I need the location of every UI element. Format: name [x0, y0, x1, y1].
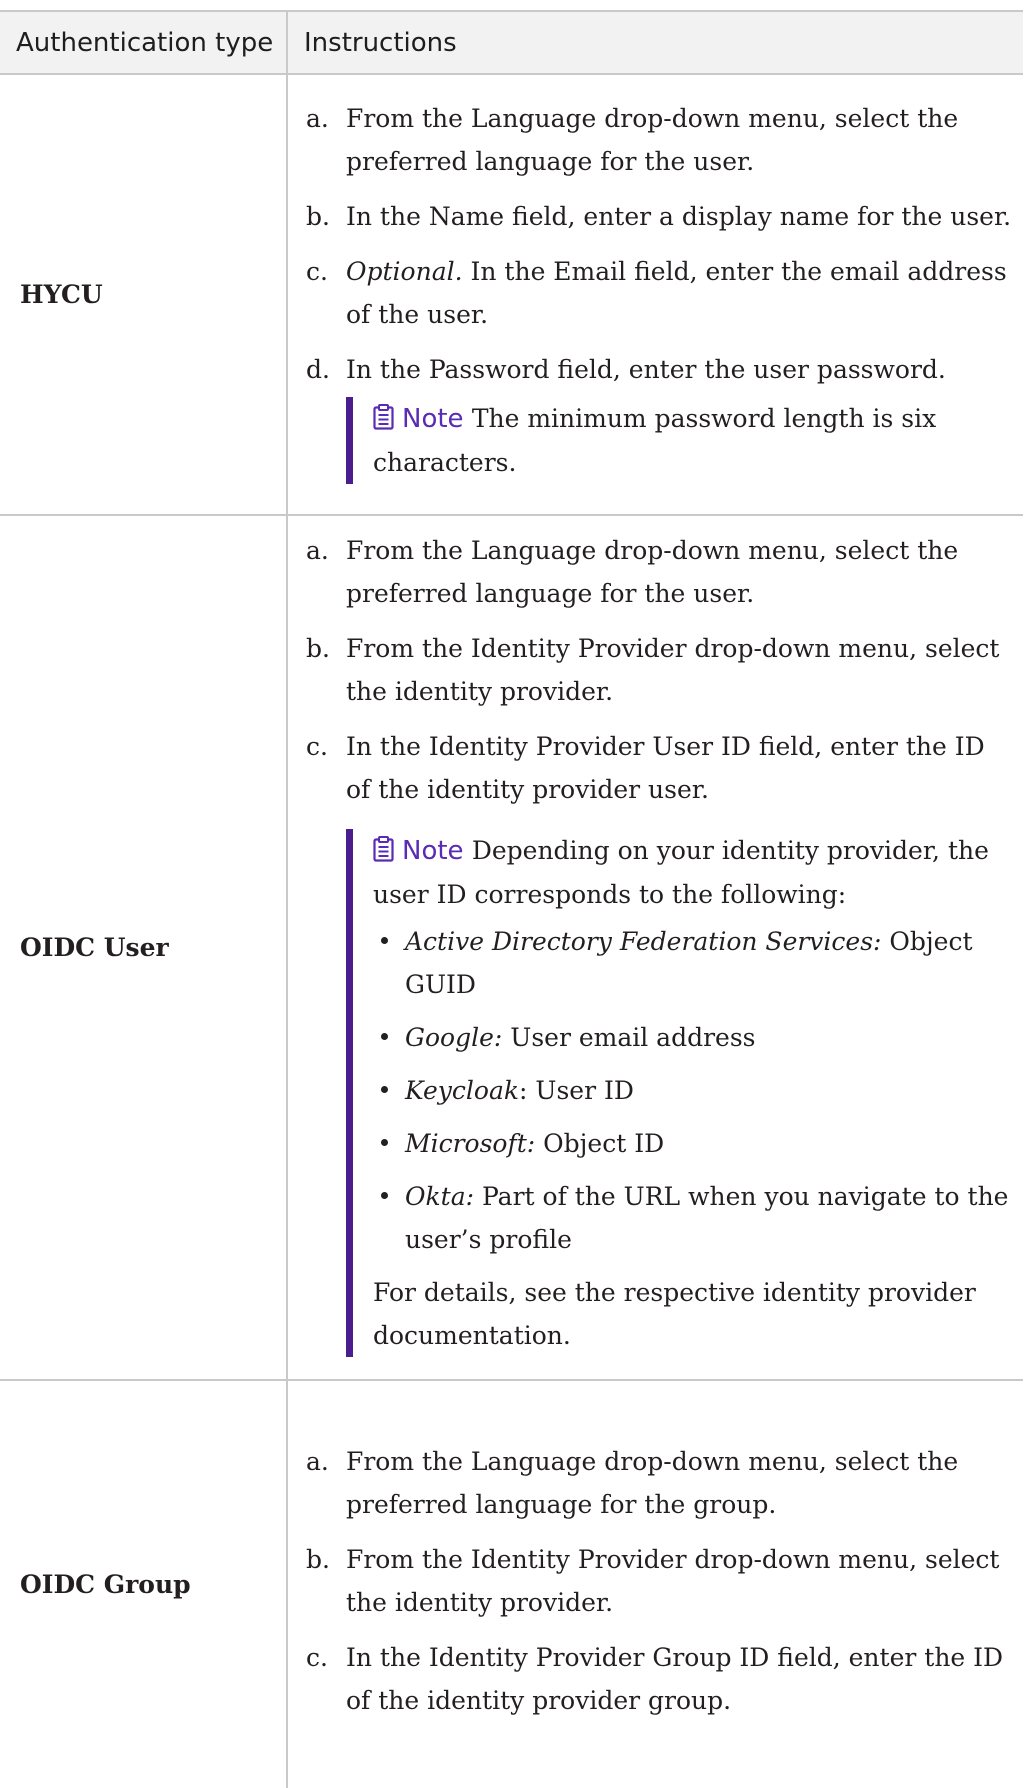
step-item: c. In the Identity Provider User ID fiel…	[306, 725, 1015, 811]
note-callout: Note The minimum password length is six …	[346, 396, 1015, 484]
clipboard-note-icon	[373, 836, 394, 862]
step-item: a. From the Language drop-down menu, sel…	[306, 1440, 1015, 1526]
provider-name: Okta:	[405, 1182, 475, 1211]
step-item: a. From the Language drop-down menu, sel…	[306, 529, 1015, 615]
list-item: Active Directory Federation Services: Ob…	[373, 920, 1015, 1006]
provider-bullet-list: Active Directory Federation Services: Ob…	[373, 920, 1015, 1261]
authentication-instructions-table: Authentication type Instructions HYCU a.…	[0, 10, 1023, 1788]
note-label: Note	[402, 836, 464, 866]
step-list: a. From the Language drop-down menu, sel…	[306, 529, 1015, 811]
list-item: Microsoft: Object ID	[373, 1122, 1015, 1165]
instructions-cell: a. From the Language drop-down menu, sel…	[287, 74, 1023, 516]
list-item: Google: User email address	[373, 1016, 1015, 1059]
step-list: a. From the Language drop-down menu, sel…	[306, 97, 1015, 391]
note-label: Note	[402, 403, 464, 434]
list-item: Okta: Part of the URL when you navigate …	[373, 1175, 1015, 1261]
auth-type-cell: HYCU	[0, 74, 288, 516]
provider-value: Object ID	[535, 1129, 665, 1158]
note-heading: Note	[373, 403, 472, 434]
step-text: From the Language drop-down menu, select…	[346, 103, 959, 176]
note-callout: Note Depending on your identity provider…	[346, 829, 1015, 1357]
step-marker: d.	[306, 354, 330, 384]
step-text: In the Identity Provider User ID field, …	[346, 732, 985, 804]
bullet-dot	[381, 1192, 388, 1199]
step-text: In the Name field, enter a display name …	[346, 201, 1012, 231]
step-item: b. From the Identity Provider drop-down …	[306, 627, 1015, 713]
clipboard-note-icon	[373, 403, 394, 430]
provider-name: Microsoft:	[405, 1129, 536, 1158]
provider-name: Google:	[405, 1023, 503, 1052]
step-item: a. From the Language drop-down menu, sel…	[306, 97, 1015, 183]
step-item: c. In the Identity Provider Group ID fie…	[306, 1636, 1015, 1722]
step-text: From the Language drop-down menu, select…	[346, 1447, 959, 1519]
bullet-dot	[381, 1033, 388, 1040]
step-item: b. In the Name field, enter a display na…	[306, 195, 1015, 238]
auth-type-cell: OIDC User	[0, 515, 288, 1381]
bullet-dot	[381, 1086, 388, 1093]
provider-name: Keycloak	[405, 1076, 520, 1105]
table-header-row: Authentication type Instructions	[0, 10, 1023, 75]
provider-value: Part of the URL when you navigate to the…	[405, 1182, 1009, 1254]
provider-value: : User ID	[519, 1076, 634, 1105]
step-item: d. In the Password field, enter the user…	[306, 348, 1015, 391]
step-item: c. Optional. In the Email field, enter t…	[306, 250, 1015, 336]
table-row-oidc-user: OIDC User a. From the Language drop-down…	[0, 515, 1023, 1381]
table-row-oidc-group: OIDC Group a. From the Language drop-dow…	[0, 1380, 1023, 1788]
step-marker: b.	[306, 634, 330, 663]
column-header-authentication-type: Authentication type	[0, 10, 288, 75]
provider-value: User email address	[502, 1023, 756, 1052]
bullet-dot	[381, 937, 388, 944]
step-marker: a.	[306, 536, 329, 565]
provider-name: Active Directory Federation Services:	[405, 927, 882, 956]
note-footer-text: For details, see the respective identity…	[373, 1278, 976, 1350]
table-row-hycu: HYCU a. From the Language drop-down menu…	[0, 74, 1023, 516]
bullet-dot	[381, 1139, 388, 1146]
column-header-instructions: Instructions	[287, 10, 1023, 75]
step-marker: b.	[306, 201, 330, 231]
step-text: In the Password field, enter the user pa…	[346, 354, 946, 384]
step-optional-label: Optional.	[346, 256, 463, 286]
step-marker: c.	[306, 732, 328, 761]
list-item: Keycloak: User ID	[373, 1069, 1015, 1112]
note-heading: Note	[373, 836, 472, 866]
step-item: b. From the Identity Provider drop-down …	[306, 1538, 1015, 1624]
step-list: a. From the Language drop-down menu, sel…	[306, 1440, 1015, 1722]
instructions-cell: a. From the Language drop-down menu, sel…	[287, 1380, 1023, 1788]
step-text: From the Language drop-down menu, select…	[346, 536, 959, 608]
instructions-cell: a. From the Language drop-down menu, sel…	[287, 515, 1023, 1381]
step-text: From the Identity Provider drop-down men…	[346, 634, 1000, 706]
step-marker: b.	[306, 1545, 330, 1574]
step-marker: c.	[306, 1643, 328, 1672]
step-text: In the Identity Provider Group ID field,…	[346, 1643, 1004, 1715]
step-marker: c.	[306, 256, 328, 286]
step-marker: a.	[306, 103, 329, 133]
auth-type-cell: OIDC Group	[0, 1380, 288, 1788]
step-text: From the Identity Provider drop-down men…	[346, 1545, 1000, 1617]
step-marker: a.	[306, 1447, 329, 1476]
